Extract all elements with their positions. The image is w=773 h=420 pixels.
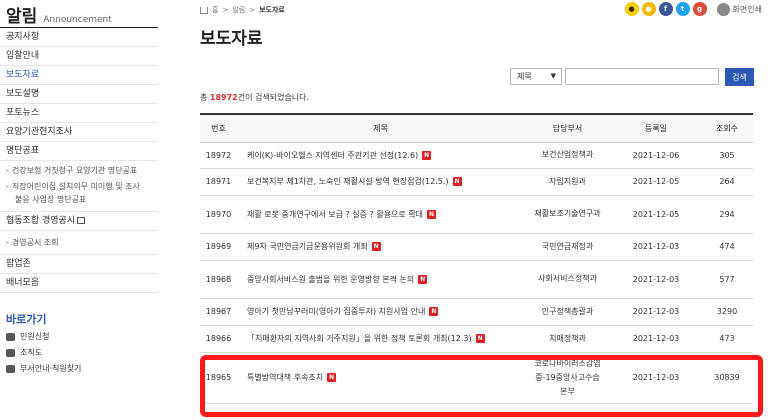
quick-link-staff-finder[interactable]: 부서안내·직원찾기 <box>0 361 158 377</box>
new-badge: N <box>475 334 485 343</box>
sidebar-item-press-explanation[interactable]: 보도설명 <box>0 85 158 104</box>
table-row: 18967 영아기 첫만남꾸러미(영아기 집중투자) 지원사업 안내 N 인구정책… <box>200 298 753 326</box>
sidebar-subtitle: Announcement <box>43 15 112 25</box>
header-title: 제목 <box>237 114 524 143</box>
table-row: 18971 보건복지부 제1차관, 노숙인 재활시설 방역 현장점검(12.5.… <box>200 168 753 196</box>
header-views: 조회수 <box>701 114 753 143</box>
print-icon[interactable] <box>716 2 730 16</box>
new-badge: N <box>371 242 381 251</box>
search-input[interactable] <box>565 68 719 85</box>
twitter-icon[interactable]: t <box>675 2 690 16</box>
sidebar-header: 알림 Announcement <box>0 0 158 28</box>
new-badge: N <box>422 150 432 160</box>
header-department: 담당부서 <box>524 114 611 143</box>
org-chart-icon <box>6 349 15 357</box>
sidebar-item-press-release[interactable]: 보도자료 <box>0 66 158 85</box>
breadcrumb-level1[interactable]: 알림 <box>232 5 245 15</box>
sidebar-item-notice[interactable]: 공지사항 <box>0 28 158 47</box>
sidebar-item-banners[interactable]: 배너모음 <box>0 274 158 293</box>
quick-link-org-chart[interactable]: 조직도 <box>0 345 158 361</box>
kakaotalk-icon[interactable]: ● <box>624 2 639 16</box>
sidebar-item-bidding[interactable]: 입찰안내 <box>0 47 158 66</box>
new-badge: N <box>427 209 437 219</box>
header-number: 번호 <box>200 114 237 143</box>
table-row: 18969 제9차 국민연금기금운용위원회 개최 N 국민연금재정과 2021-1… <box>200 233 753 261</box>
chevron-down-icon: ▼ <box>550 72 556 80</box>
breadcrumb-current: 보도자료 <box>259 6 285 14</box>
quick-link-civil-petition[interactable]: 민원신청 <box>0 329 158 345</box>
row-title-link[interactable]: 「치매환자의 지역사회 거주지원」을 위한 정책 토론회 개최(12.3) N <box>237 325 524 353</box>
row-title-link[interactable]: 제9차 국민연금기금운용위원회 개최 N <box>237 233 524 261</box>
window-icon <box>77 217 86 224</box>
main-content: 홈 > 알림 > 보도자료 ● ● f t g 화면인쇄 보도자료 제목 ▼ 검… <box>200 0 773 420</box>
new-badge: N <box>429 307 439 316</box>
sidebar-subitem-daycare[interactable]: - 직장어린이집 설치의무 미이행 및 조사 <box>0 180 158 193</box>
sidebar-item-inspection[interactable]: 요양기관현지조사 <box>0 123 158 142</box>
quick-links-title: 바로가기 <box>6 313 47 326</box>
print-label[interactable]: 화면인쇄 <box>733 4 762 15</box>
row-title-link[interactable]: 중앙사회서비스원 출범을 위한 운영방향 본격 논의 N <box>237 260 524 299</box>
row-title-link[interactable]: 보건복지부 제1차관, 노숙인 재활시설 방역 현장점검(12.5.) N <box>237 168 524 196</box>
search-field-select[interactable]: 제목 ▼ <box>510 68 562 85</box>
people-icon <box>6 333 15 341</box>
kakaostory-icon[interactable]: ● <box>641 2 656 16</box>
row-title-link[interactable]: 케이(K)-바이오헬스 지역센터 주관기관 선정(12.6) N <box>237 142 524 169</box>
row-title-link[interactable]: 특별방역대책 후속조치 N <box>237 352 524 404</box>
table-row: 18965 특별방역대책 후속조치 N 코로나바이러스감염증-19중앙사고수습본부… <box>200 352 753 404</box>
table-row: 18972 케이(K)-바이오헬스 지역센터 주관기관 선정(12.6) N 보건… <box>200 142 753 169</box>
share-toolbar: ● ● f t g 화면인쇄 <box>622 2 762 16</box>
new-badge: N <box>452 177 462 186</box>
sidebar-subitem-false-claims[interactable]: - 건강보험 거짓청구 요양기관 명단공표 <box>0 161 158 180</box>
breadcrumb-home[interactable]: 홈 <box>212 5 218 15</box>
table-row: 18968 중앙사회서비스원 출범을 위한 운영방향 본격 논의 N 사회서비스정… <box>200 260 753 299</box>
row-title-link[interactable]: 재활 로봇 중개연구에서 보급 ? 실증 ? 활용으로 확대 N <box>237 195 524 234</box>
google-plus-icon[interactable]: g <box>692 2 707 16</box>
sidebar: 알림 Announcement 공지사항 입찰안내 보도자료 보도설명 포토뉴스… <box>0 0 158 420</box>
table-header-row: 번호 제목 담당부서 등록일 조회수 <box>200 114 753 143</box>
table-row: 18966 「치매환자의 지역사회 거주지원」을 위한 정책 토론회 개최(12… <box>200 325 753 353</box>
header-date: 등록일 <box>611 114 701 143</box>
sidebar-subitem-daycare-cont[interactable]: 불응 사업장 명단공표 <box>0 193 158 212</box>
home-icon[interactable] <box>200 6 208 14</box>
new-badge: N <box>418 274 428 284</box>
search-button[interactable]: 검색 <box>725 68 754 86</box>
sidebar-item-disclosure[interactable]: 명단공표 <box>0 142 158 161</box>
table-row: 18970 재활 로봇 중개연구에서 보급 ? 실증 ? 활용으로 확대 N 재활… <box>200 195 753 234</box>
press-release-table: 번호 제목 담당부서 등록일 조회수 18972 케이(K)-바이오헬스 지역센… <box>200 113 753 404</box>
facebook-icon[interactable]: f <box>658 2 673 16</box>
row-title-link[interactable]: 영아기 첫만남꾸러미(영아기 집중투자) 지원사업 안내 N <box>237 298 524 326</box>
sidebar-item-coop-disclosure[interactable]: 협동조합 경영공시 <box>0 212 158 231</box>
sidebar-item-photo-news[interactable]: 포토뉴스 <box>0 104 158 123</box>
breadcrumb: 홈 > 알림 > 보도자료 <box>200 5 285 15</box>
new-badge: N <box>327 373 337 382</box>
person-search-icon <box>6 365 15 373</box>
result-count: 총 18972건이 검색되었습니다. <box>200 93 310 102</box>
sidebar-item-popup-zone[interactable]: 팝업존 <box>0 255 158 274</box>
sidebar-title: 알림 <box>6 7 38 27</box>
search-bar: 제목 ▼ 검색 <box>510 68 754 86</box>
sidebar-subitem-disclosure-lookup[interactable]: - 경영공시 조회 <box>0 231 158 255</box>
page-title: 보도자료 <box>200 29 263 49</box>
sidebar-menu: 공지사항 입찰안내 보도자료 보도설명 포토뉴스 요양기관현지조사 명단공표 -… <box>0 28 158 293</box>
